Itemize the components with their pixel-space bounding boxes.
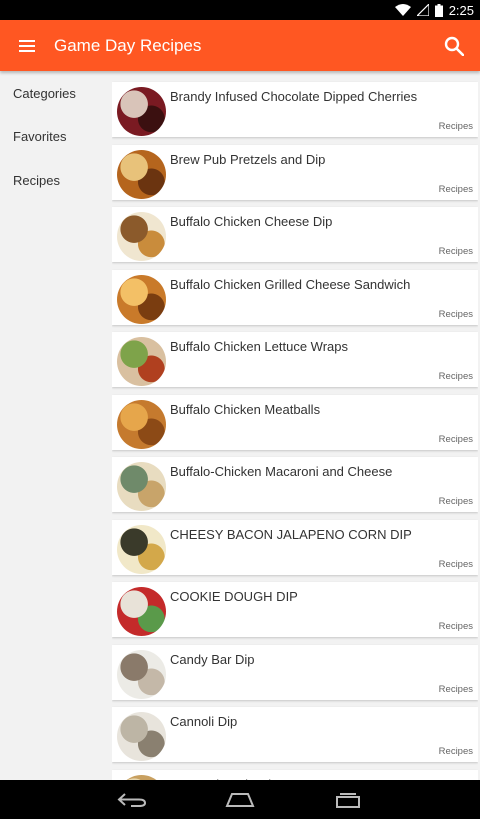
recipe-thumbnail — [117, 274, 166, 324]
recipe-card[interactable]: Buffalo Chicken Meatballs Recipes — [112, 394, 478, 450]
status-time: 2:25 — [448, 2, 474, 18]
recipe-card[interactable]: Buffalo-Chicken Macaroni and Cheese Recip… — [112, 457, 478, 512]
recipe-card[interactable]: Brandy Infused Chocolate Dipped Cherries… — [112, 82, 478, 137]
recipe-title: Brandy Infused Chocolate Dipped Cherries — [170, 89, 418, 104]
app-bar: Game Day Recipes — [0, 20, 480, 71]
recipe-card[interactable]: Brew Pub Pretzels and Dip Recipes — [112, 144, 478, 200]
recipe-category: Recipes — [438, 683, 473, 695]
recipe-title: CHEESY BACON JALAPENO CORN DIP — [170, 526, 412, 542]
recipe-category: Recipes — [438, 746, 473, 757]
recipe-thumbnail — [117, 712, 166, 761]
recipe-title: Buffalo Chicken Meatballs — [170, 401, 321, 417]
wifi-icon — [394, 4, 411, 16]
recipe-category: Recipes — [438, 121, 473, 132]
recents-button[interactable] — [324, 785, 372, 815]
recipe-thumbnail — [117, 587, 166, 636]
recipe-card[interactable]: Buffalo Chicken Cheese Dip Recipes — [112, 207, 478, 262]
recipe-list[interactable]: Brandy Infused Chocolate Dipped Cherries… — [112, 71, 478, 780]
drawer-item-categories[interactable]: Categories — [13, 86, 76, 101]
nav-drawer: Categories Favorites Recipes — [0, 71, 110, 780]
recipe-category: Recipes — [438, 621, 473, 632]
status-bar: 2:25 — [0, 0, 480, 20]
recipe-thumbnail — [117, 649, 166, 699]
recipe-thumbnail — [117, 462, 166, 511]
recipe-thumbnail — [117, 524, 166, 574]
recipe-card[interactable]: Candy Bar Dip Recipes — [112, 644, 478, 700]
recipe-thumbnail — [117, 212, 166, 261]
battery-icon — [434, 3, 443, 17]
drawer-item-favorites[interactable]: Favorites — [13, 129, 66, 144]
system-nav-bar — [0, 780, 480, 819]
recipe-category: Recipes — [438, 371, 473, 382]
recipe-thumbnail — [117, 87, 166, 136]
recipe-category: Recipes — [438, 558, 473, 570]
recipe-title: Buffalo-Chicken Macaroni and Cheese — [170, 464, 393, 479]
hamburger-menu-icon — [19, 39, 35, 52]
recipe-title: Cannoli Dip — [170, 714, 238, 729]
recipe-thumbnail — [117, 399, 166, 449]
home-icon — [225, 792, 255, 807]
recipe-category: Recipes — [438, 496, 473, 507]
recipe-category: Recipes — [438, 308, 473, 320]
recipe-thumbnail — [117, 149, 166, 199]
recipe-title: Buffalo Chicken Lettuce Wraps — [170, 339, 349, 354]
recipe-card[interactable]: Cannoli Dip Recipes — [112, 707, 478, 762]
recipe-card[interactable]: Caramel Apple DipRecipes — [112, 769, 478, 780]
recipe-category: Recipes — [438, 246, 473, 257]
recipe-title: Brew Pub Pretzels and Dip — [170, 151, 326, 167]
recipe-title: Candy Bar Dip — [170, 651, 255, 667]
recipe-card[interactable]: COOKIE DOUGH DIP Recipes — [112, 582, 478, 637]
back-icon — [117, 792, 147, 807]
signal-icon — [416, 4, 429, 16]
recipe-card[interactable]: CHEESY BACON JALAPENO CORN DIP Recipes — [112, 519, 478, 575]
app-title: Game Day Recipes — [54, 35, 202, 55]
recipe-card[interactable]: Buffalo Chicken Lettuce Wraps Recipes — [112, 332, 478, 387]
recipe-category: Recipes — [438, 183, 473, 195]
search-button[interactable] — [428, 20, 480, 71]
back-button[interactable] — [108, 785, 156, 815]
recipe-category: Recipes — [438, 433, 473, 445]
menu-button[interactable] — [0, 20, 54, 71]
search-icon — [444, 36, 464, 56]
drawer-item-recipes[interactable]: Recipes — [13, 173, 60, 188]
recipe-title: Buffalo Chicken Cheese Dip — [170, 214, 333, 229]
recipe-card[interactable]: Buffalo Chicken Grilled Cheese Sandwich R… — [112, 269, 478, 325]
recipe-title: Buffalo Chicken Grilled Cheese Sandwich — [170, 276, 411, 292]
recents-icon — [336, 792, 360, 808]
home-button[interactable] — [216, 785, 264, 815]
recipe-thumbnail — [117, 337, 166, 386]
recipe-title: COOKIE DOUGH DIP — [170, 589, 298, 604]
